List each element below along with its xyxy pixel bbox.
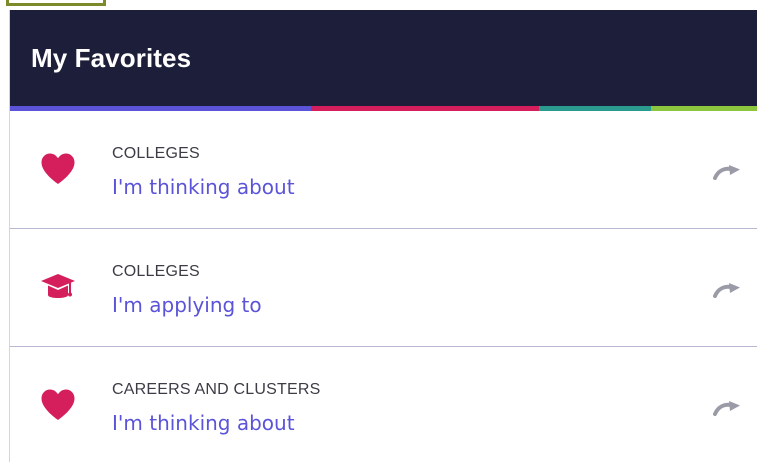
share-icon[interactable] <box>713 164 741 180</box>
share-icon[interactable] <box>713 282 741 298</box>
page: My Favorites COLLEGES I'm thinking about <box>0 0 757 462</box>
panel-header: My Favorites <box>10 10 757 106</box>
favorite-category: COLLEGES <box>112 263 200 280</box>
share-icon[interactable] <box>713 400 741 416</box>
top-tab-outline <box>6 0 106 6</box>
favorite-category: CAREERS AND CLUSTERS <box>112 381 321 398</box>
favorite-item[interactable]: COLLEGES I'm thinking about <box>10 111 757 229</box>
favorite-link[interactable]: I'm thinking about <box>112 175 295 199</box>
favorite-category: COLLEGES <box>112 145 200 162</box>
favorite-link[interactable]: I'm thinking about <box>112 411 295 435</box>
favorite-link[interactable]: I'm applying to <box>112 293 262 317</box>
panel-title: My Favorites <box>31 42 192 73</box>
favorite-item[interactable]: COLLEGES I'm applying to <box>10 229 757 347</box>
favorites-list: COLLEGES I'm thinking about COLLEGES I'm… <box>10 111 757 462</box>
heart-icon <box>41 389 75 420</box>
graduation-cap-icon <box>41 274 75 298</box>
favorites-panel: My Favorites COLLEGES I'm thinking about <box>9 10 757 462</box>
favorite-item[interactable]: CAREERS AND CLUSTERS I'm thinking about <box>10 347 757 462</box>
heart-icon <box>41 153 75 184</box>
